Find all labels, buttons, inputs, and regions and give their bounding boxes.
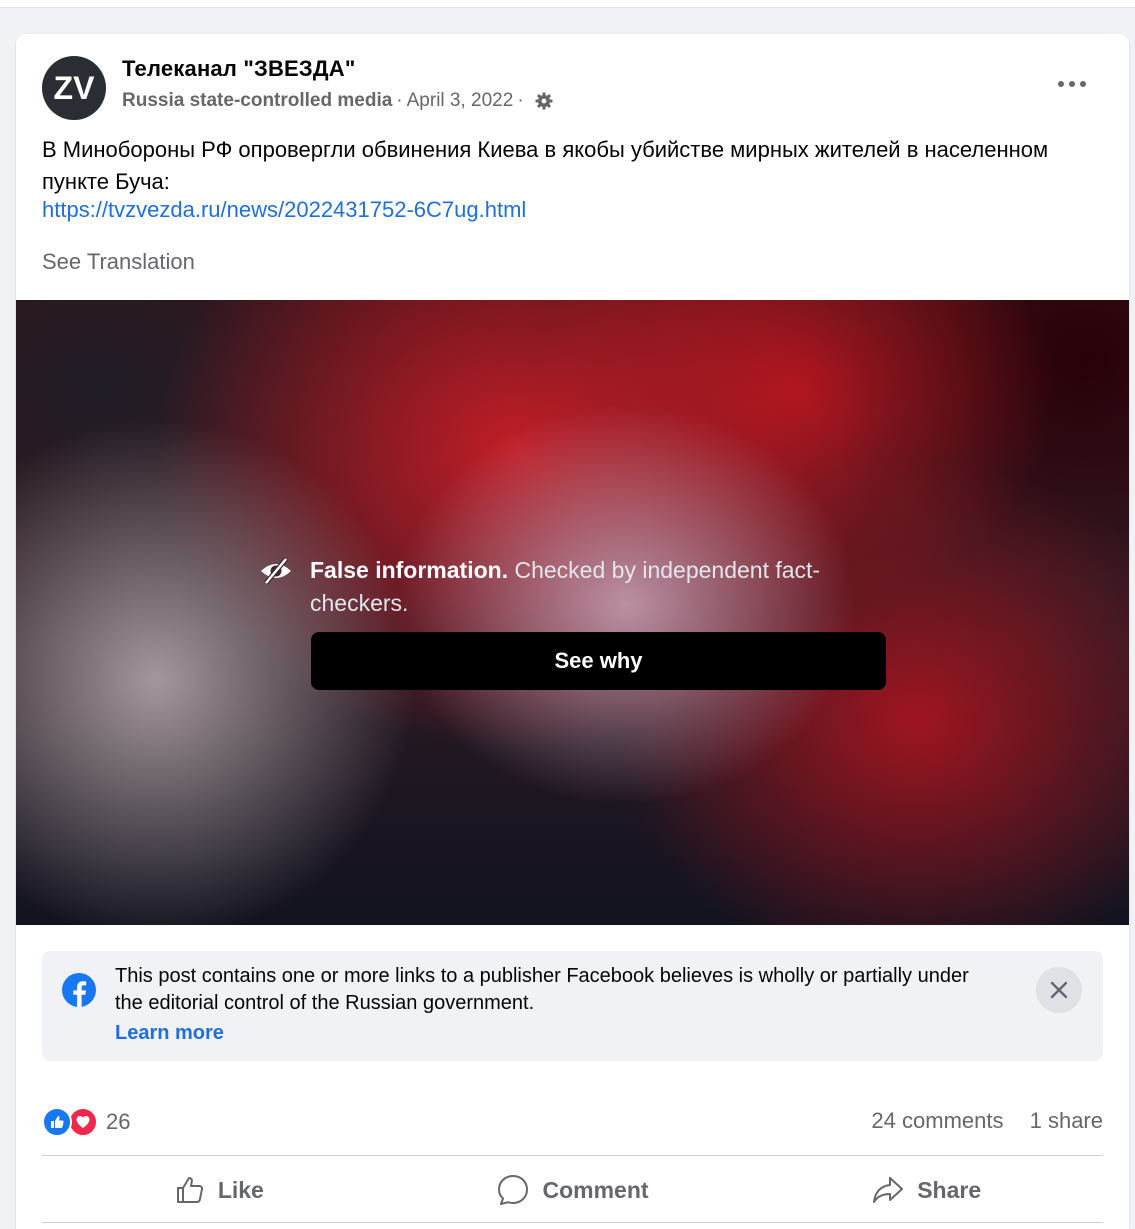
like-label: Like xyxy=(217,1176,264,1203)
reaction-count: 26 xyxy=(106,1109,131,1134)
engagement-stats: 24 comments 1 share xyxy=(871,1108,1103,1134)
gear-icon xyxy=(534,91,554,111)
more-options-button[interactable] xyxy=(1052,64,1092,104)
comments-count[interactable]: 24 comments xyxy=(871,1108,1003,1133)
blurred-media[interactable]: False information. Checked by independen… xyxy=(16,300,1129,925)
reactions-summary[interactable]: 26 xyxy=(42,1107,130,1137)
zv-logo-icon: ZV xyxy=(54,70,96,106)
state-media-notice: This post contains one or more links to … xyxy=(42,951,1103,1061)
post-meta: Russia state-controlled media · April 3,… xyxy=(122,90,554,112)
eye-slash-icon xyxy=(261,557,291,585)
see-translation-link[interactable]: See Translation xyxy=(42,249,195,275)
close-notice-button[interactable] xyxy=(1036,967,1082,1013)
state-media-label[interactable]: Russia state-controlled media xyxy=(122,90,392,112)
page-name[interactable]: Телеканал "ЗВЕЗДА" xyxy=(122,56,356,82)
comment-label: Comment xyxy=(542,1176,649,1203)
more-horizontal-icon xyxy=(1058,81,1086,87)
share-label: Share xyxy=(917,1176,982,1203)
meta-separator: · xyxy=(396,90,403,111)
learn-more-link[interactable]: Learn more xyxy=(115,1022,224,1045)
close-icon xyxy=(1050,981,1068,999)
post-text: В Минобороны РФ опровергли обвинения Кие… xyxy=(42,137,1049,194)
actions-divider-top xyxy=(42,1155,1103,1156)
top-strip xyxy=(0,0,1135,8)
notice-text: This post contains one or more links to … xyxy=(115,965,969,1014)
comment-bubble-icon xyxy=(498,1175,529,1205)
see-why-button[interactable]: See why xyxy=(311,632,886,690)
post-actions: Like Comment Share xyxy=(42,1158,1103,1222)
post-date[interactable]: April 3, 2022 xyxy=(407,90,514,112)
like-reaction-icon xyxy=(42,1107,72,1137)
share-arrow-icon xyxy=(873,1177,904,1203)
meta-separator: · xyxy=(517,90,524,111)
facebook-logo-icon xyxy=(62,973,96,1007)
svg-text:ZV: ZV xyxy=(54,70,96,106)
like-button[interactable]: Like xyxy=(42,1158,396,1222)
share-button[interactable]: Share xyxy=(749,1158,1103,1222)
shares-count[interactable]: 1 share xyxy=(1030,1108,1103,1133)
post-link[interactable]: https://tvzvezda.ru/news/2022431752-6C7u… xyxy=(42,197,526,223)
fact-check-title: False information. xyxy=(310,557,509,583)
thumbs-up-icon xyxy=(176,1177,203,1203)
fact-check-warning: False information. Checked by independen… xyxy=(258,554,878,620)
page-avatar[interactable]: ZV xyxy=(42,56,106,120)
love-reaction-icon xyxy=(68,1107,98,1137)
comment-button[interactable]: Comment xyxy=(396,1158,750,1222)
post-card: ZV Телеканал "ЗВЕЗДА" Russia state-contr… xyxy=(16,34,1129,1229)
